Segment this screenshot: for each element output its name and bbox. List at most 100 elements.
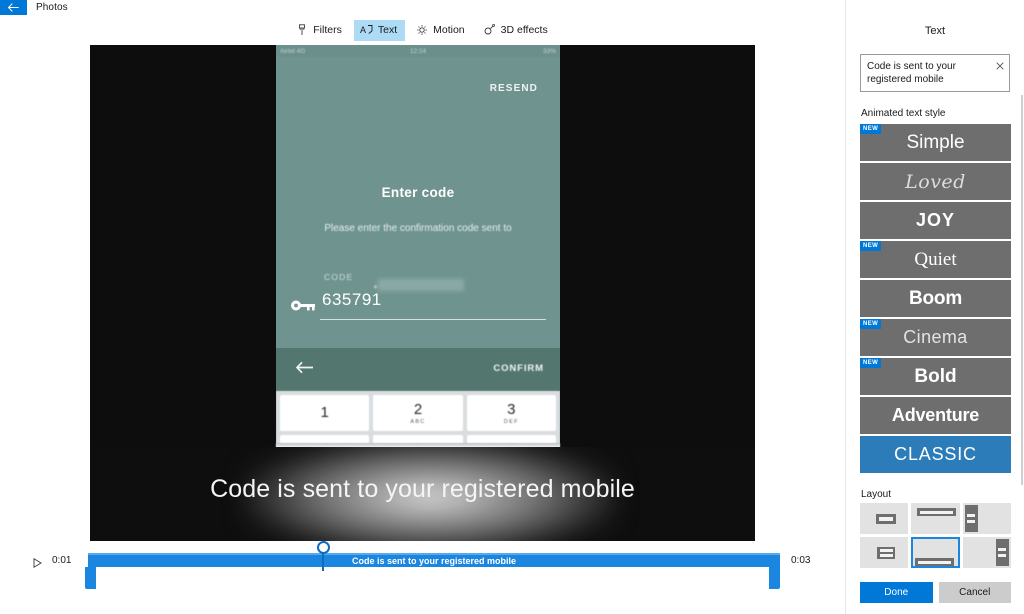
caption-text: Code is sent to your registered mobile — [210, 475, 635, 503]
layout-thumb-inner — [879, 517, 893, 521]
keypad-key-number: 1 — [320, 403, 329, 421]
timeline-clip-label: Code is sent to your registered mobile — [351, 556, 517, 566]
layout-option-left-side[interactable] — [962, 503, 1011, 534]
layout-thumb-inner — [918, 560, 952, 564]
phone-keypad: 1 2 ABC 3 DEF 4 GHI 5 JKL — [276, 391, 560, 447]
key-icon — [290, 299, 316, 315]
text-icon: A — [360, 24, 373, 37]
layout-thumb-inner — [920, 510, 954, 514]
text-panel: Text Code is sent to your registered mob… — [845, 0, 1024, 614]
text-input[interactable]: Code is sent to your registered mobile — [860, 54, 1010, 92]
keypad-key-number: 2 — [413, 400, 423, 418]
layout-thumb-inner — [879, 549, 893, 552]
timeline-clip-track[interactable]: Code is sent to your registered mobile — [88, 553, 780, 567]
tab-3d-effects-label: 3D effects — [500, 24, 548, 36]
filters-icon — [295, 24, 308, 37]
timeline: 0:01 0:03 Code is sent to your registere… — [0, 541, 845, 614]
back-arrow-icon — [8, 3, 19, 12]
style-option-cinema[interactable]: NEW Cinema — [860, 319, 1011, 356]
panel-scrollbar[interactable] — [1021, 95, 1023, 485]
playhead[interactable] — [315, 541, 331, 573]
style-option-quiet[interactable]: NEW Quiet — [860, 241, 1011, 278]
back-button[interactable] — [0, 0, 27, 15]
keypad-key: 2 ABC — [373, 395, 463, 431]
style-option-label: CLASSIC — [894, 444, 977, 464]
layout-option-right-side[interactable] — [962, 537, 1011, 568]
style-option-bold[interactable]: NEW Bold — [860, 358, 1011, 395]
layout-thumb-inner — [967, 514, 976, 517]
tab-text[interactable]: A Text — [353, 19, 406, 41]
tab-text-label: Text — [377, 24, 398, 36]
3d-effects-icon — [483, 24, 496, 37]
layout-option-center-stack[interactable] — [860, 537, 909, 568]
phone-status-bar: Airtel 4G 12:24 33% — [276, 45, 560, 57]
keypad-key-letters: DEF — [503, 418, 519, 425]
timeline-start-time: 0:01 — [52, 555, 72, 566]
caption-band: Code is sent to your registered mobile — [90, 447, 755, 541]
panel-title: Text — [924, 25, 946, 37]
clear-text-button[interactable] — [994, 60, 1005, 71]
layout-grid — [860, 503, 1011, 568]
video-frame[interactable]: Airtel 4G 12:24 33% RESEND Enter code Pl… — [90, 45, 755, 541]
style-option-adventure[interactable]: Adventure — [860, 397, 1011, 434]
tab-3d-effects[interactable]: 3D effects — [477, 20, 556, 41]
style-option-label: Adventure — [891, 405, 980, 425]
phone-confirm-label: CONFIRM — [493, 363, 544, 374]
keypad-key: 3 DEF — [466, 395, 556, 431]
play-icon — [33, 557, 42, 571]
style-option-boom[interactable]: Boom — [860, 280, 1011, 317]
layout-option-bottom-bar[interactable] — [911, 537, 960, 568]
phone-action-bar: CONFIRM — [276, 348, 560, 391]
phone-subtitle: Please enter the confirmation code sent … — [324, 223, 512, 234]
keypad-key-number: 3 — [507, 400, 516, 418]
style-option-label: Loved — [905, 170, 966, 193]
style-option-classic[interactable]: CLASSIC — [860, 436, 1011, 473]
layout-option-center-small[interactable] — [860, 503, 909, 534]
layout-thumb-inner — [967, 520, 976, 523]
editor-toolbar: Filters A Text Motion 3D effects — [0, 15, 845, 45]
style-option-label: Simple — [906, 131, 965, 153]
style-option-label: Boom — [908, 287, 963, 309]
trim-handle-left[interactable] — [85, 567, 96, 589]
play-button[interactable] — [33, 557, 42, 571]
app-title: Photos — [36, 2, 68, 13]
style-option-label: Quiet — [914, 248, 957, 270]
tab-filters[interactable]: Filters — [289, 20, 350, 41]
animated-text-style-list: NEW Simple Loved JOY NEW Quiet Boom NEW … — [860, 124, 1011, 473]
close-icon — [995, 59, 1004, 73]
new-badge: NEW — [860, 124, 882, 134]
phone-battery: 33% — [542, 47, 556, 55]
style-option-simple[interactable]: NEW Simple — [860, 124, 1011, 161]
tab-motion-label: Motion — [433, 24, 465, 36]
new-badge: NEW — [860, 358, 882, 368]
new-badge: NEW — [860, 241, 882, 251]
style-option-loved[interactable]: Loved — [860, 163, 1011, 200]
style-option-joy[interactable]: JOY — [860, 202, 1011, 239]
phone-code-label: CODE — [324, 272, 354, 282]
new-badge: NEW — [860, 319, 882, 329]
phone-redacted-number — [378, 279, 464, 291]
layout-thumb-inner — [998, 548, 1007, 551]
animated-text-style-heading: Animated text style — [861, 108, 946, 119]
timeline-end-time: 0:03 — [791, 555, 811, 566]
style-option-label: JOY — [915, 210, 956, 230]
phone-resend-label: RESEND — [489, 83, 538, 94]
phone-clock: 12:24 — [409, 47, 427, 55]
style-option-label: Bold — [914, 365, 957, 387]
keypad-key: 1 — [280, 395, 370, 431]
motion-icon — [415, 24, 428, 37]
video-preview-area: Airtel 4G 12:24 33% RESEND Enter code Pl… — [0, 45, 845, 544]
panel-button-row: Done Cancel — [860, 582, 1011, 603]
tab-filters-label: Filters — [313, 24, 342, 36]
phone-screen-capture: Airtel 4G 12:24 33% RESEND Enter code Pl… — [276, 45, 560, 447]
phone-code-underline — [320, 319, 546, 320]
trim-handle-right[interactable] — [769, 567, 780, 589]
layout-option-top-bar[interactable] — [911, 503, 960, 534]
layout-thumb-inner — [879, 554, 893, 557]
done-button[interactable]: Done — [860, 582, 933, 603]
tab-motion[interactable]: Motion — [409, 20, 473, 41]
cancel-button[interactable]: Cancel — [938, 582, 1011, 603]
phone-back-arrow-icon — [295, 361, 314, 377]
layout-heading: Layout — [861, 489, 892, 500]
text-input-value: Code is sent to your registered mobile — [867, 61, 956, 85]
